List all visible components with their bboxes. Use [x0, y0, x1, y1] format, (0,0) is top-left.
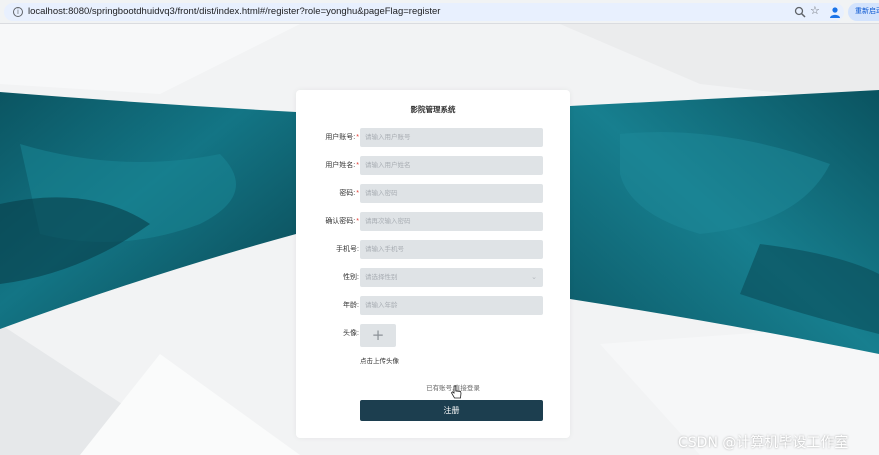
- field-row-name: 用户姓名:* 请输入用户姓名: [296, 156, 570, 175]
- url-text[interactable]: localhost:8080/springbootdhuidvq3/front/…: [28, 6, 440, 17]
- confirm-password-label: 确认密码:*: [325, 218, 359, 225]
- zoom-icon[interactable]: [794, 6, 806, 18]
- field-row-gender: 性别: 请选择性别 ⌄: [296, 268, 570, 287]
- account-input[interactable]: 请输入用户账号: [360, 128, 543, 147]
- bookmark-star-icon[interactable]: ☆: [810, 4, 820, 17]
- field-row-account: 用户账号:* 请输入用户账号: [296, 128, 570, 147]
- account-label: 用户账号:*: [325, 134, 359, 141]
- password-input[interactable]: 请输入密码: [360, 184, 543, 203]
- password-label: 密码:*: [339, 190, 359, 197]
- restart-update-button[interactable]: 重新启动: [848, 3, 879, 21]
- field-row-age: 年龄: 请输入年龄: [296, 296, 570, 315]
- field-row-avatar: 头像: +: [296, 324, 570, 347]
- gender-select-placeholder: 请选择性别: [365, 274, 398, 281]
- hand-cursor-icon: [451, 385, 462, 399]
- browser-toolbar: i localhost:8080/springbootdhuidvq3/fron…: [0, 0, 879, 24]
- field-row-phone: 手机号: 请输入手机号: [296, 240, 570, 259]
- field-row-confirm-password: 确认密码:* 请再次输入密码: [296, 212, 570, 231]
- phone-label: 手机号:: [336, 246, 359, 253]
- gender-label: 性别:: [343, 274, 359, 281]
- site-info-icon[interactable]: i: [13, 7, 23, 17]
- age-label: 年龄:: [343, 302, 359, 309]
- avatar-upload-hint: 点击上传头像: [360, 358, 399, 365]
- chevron-down-icon: ⌄: [531, 273, 537, 281]
- name-label: 用户姓名:*: [325, 162, 359, 169]
- gender-select[interactable]: 请选择性别 ⌄: [360, 268, 543, 287]
- phone-input[interactable]: 请输入手机号: [360, 240, 543, 259]
- form-title: 影院管理系统: [410, 105, 456, 114]
- field-row-password: 密码:* 请输入密码: [296, 184, 570, 203]
- confirm-password-input[interactable]: 请再次输入密码: [360, 212, 543, 231]
- login-link[interactable]: 已有账号,直接登录: [296, 382, 570, 392]
- avatar-upload-button[interactable]: +: [360, 324, 396, 347]
- address-bar[interactable]: i localhost:8080/springbootdhuidvq3/fron…: [4, 3, 844, 21]
- age-input[interactable]: 请输入年龄: [360, 296, 543, 315]
- name-input[interactable]: 请输入用户姓名: [360, 156, 543, 175]
- page-background: 影院管理系统 用户账号:* 请输入用户账号 用户姓名:* 请输入用户姓名 密码:…: [0, 24, 879, 455]
- avatar-label: 头像:: [343, 330, 359, 337]
- register-button[interactable]: 注册: [360, 400, 543, 421]
- register-card: 影院管理系统 用户账号:* 请输入用户账号 用户姓名:* 请输入用户姓名 密码:…: [296, 90, 570, 438]
- csdn-watermark: CSDN @计算机毕设工作室: [678, 435, 849, 451]
- profile-icon[interactable]: [829, 6, 841, 18]
